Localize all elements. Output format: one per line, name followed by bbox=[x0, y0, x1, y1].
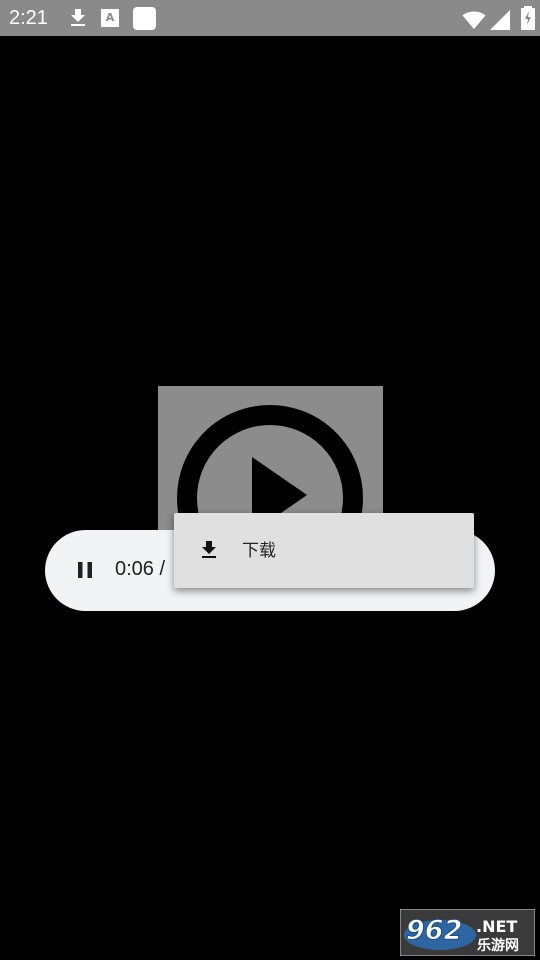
signal-icon bbox=[490, 10, 510, 30]
watermark-logo: 962 .NET 乐游网 bbox=[399, 908, 536, 957]
svg-text:乐游网: 乐游网 bbox=[477, 937, 519, 954]
wifi-icon bbox=[462, 11, 486, 29]
video-thumbnail[interactable] bbox=[158, 386, 383, 530]
a-badge-icon: A bbox=[101, 9, 119, 27]
playback-time: 0:06 / bbox=[115, 558, 166, 580]
status-bar: 2:21 A bbox=[0, 0, 540, 36]
menu-item-label: 下载 bbox=[242, 541, 276, 561]
menu-item-download[interactable]: 下载 bbox=[174, 513, 474, 588]
square-icon bbox=[133, 7, 156, 30]
battery-charging-icon bbox=[521, 6, 535, 30]
svg-text:962: 962 bbox=[406, 915, 462, 946]
pause-icon[interactable] bbox=[73, 558, 97, 582]
play-circle-icon bbox=[177, 405, 363, 530]
svg-text:.NET: .NET bbox=[476, 917, 517, 936]
download-icon bbox=[71, 9, 85, 26]
status-time: 2:21 bbox=[9, 7, 48, 29]
context-menu: 下载 bbox=[174, 513, 474, 588]
download-icon bbox=[202, 541, 216, 558]
